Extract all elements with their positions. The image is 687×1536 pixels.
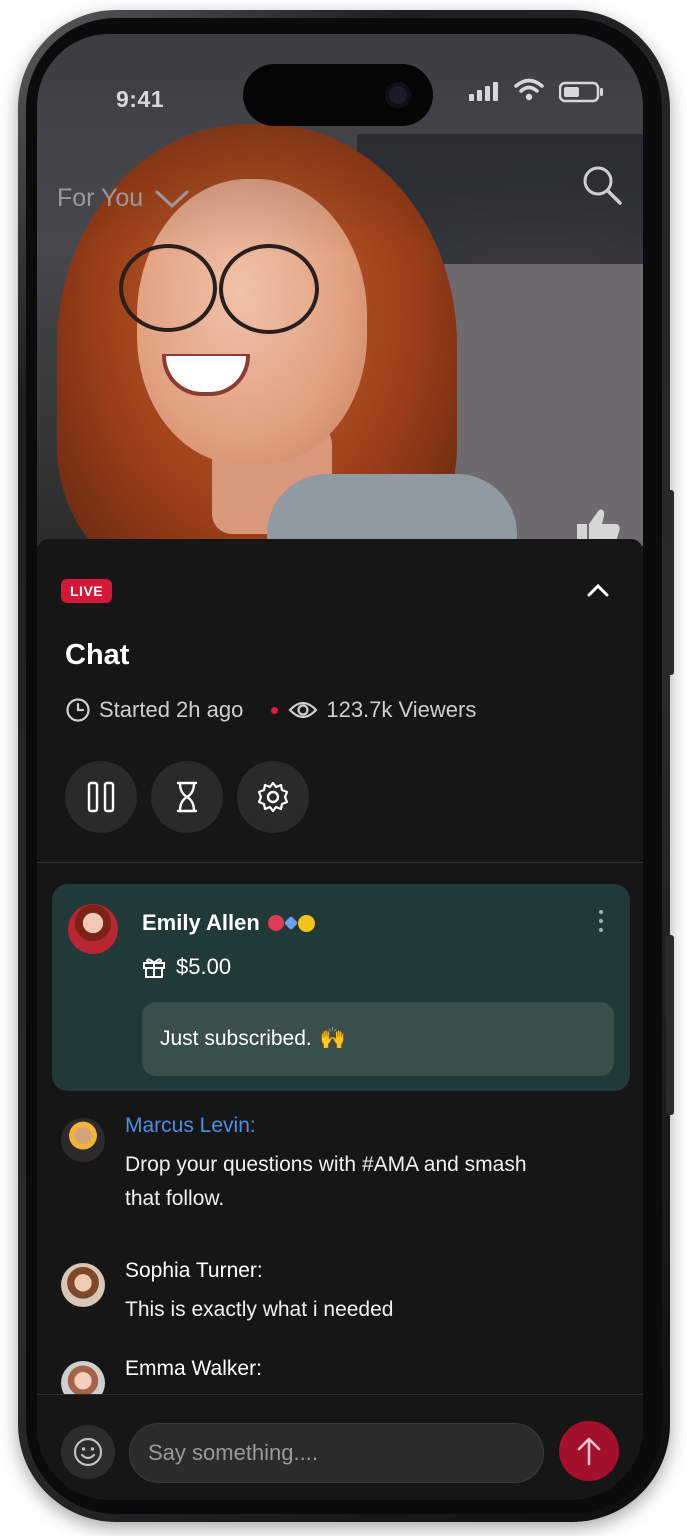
viewers-info: 123.7k Viewers [288, 697, 476, 723]
started-info: Started 2h ago [65, 697, 243, 723]
arrow-up-icon [577, 1437, 601, 1466]
streamer-shirt [267, 474, 517, 546]
started-text: Started 2h ago [99, 697, 244, 722]
message-username[interactable]: Marcus Levin: [125, 1114, 256, 1138]
user-badges [267, 914, 315, 932]
more-vertical-icon[interactable] [596, 908, 606, 934]
chat-message[interactable]: Marcus Levin: Drop your questions with #… [61, 1114, 621, 1224]
search-icon[interactable] [581, 164, 623, 206]
eye-icon [288, 701, 318, 719]
gear-icon [257, 781, 289, 813]
avatar [61, 1118, 105, 1162]
highlight-message-text: Just subscribed. [160, 1027, 312, 1050]
message-username[interactable]: Sophia Turner: [125, 1259, 263, 1283]
emoji-button[interactable] [61, 1425, 115, 1479]
chat-message[interactable]: Emma Walker: [61, 1357, 621, 1405]
glasses-right [219, 244, 319, 334]
side-button [666, 490, 674, 675]
chat-panel: LIVE Chat Started 2h ago 123.7k Viewers [37, 539, 643, 1500]
message-text: This is exactly what i needed [125, 1298, 394, 1321]
live-badge: LIVE [61, 579, 113, 603]
feed-label: For You [57, 184, 144, 212]
live-dot [271, 706, 279, 714]
status-time: 9:41 [116, 86, 165, 112]
battery-icon [559, 81, 603, 103]
coin-badge-icon [297, 914, 315, 932]
send-button[interactable] [559, 1421, 619, 1481]
glasses-left [119, 244, 217, 332]
pause-button[interactable] [65, 761, 137, 833]
stream-controls [65, 761, 309, 833]
status-bar: 9:41 [37, 34, 643, 154]
highlight-bubble: Just subscribed. 🙌 [142, 1002, 614, 1076]
feed-selector[interactable]: For You [57, 184, 189, 213]
clock-icon [66, 698, 90, 722]
timer-button[interactable] [151, 761, 223, 833]
front-camera [385, 82, 411, 108]
verified-badge-icon [267, 915, 284, 931]
chevron-down-icon [155, 190, 189, 208]
wifi-icon [514, 78, 544, 101]
viewers-text: 123.7k Viewers [326, 697, 477, 722]
app-screen: 9:41 For You LIVE Chat Started 2h ago 12… [37, 34, 643, 1500]
live-video[interactable]: 9:41 For You [37, 34, 643, 546]
chat-title: Chat [65, 639, 130, 671]
avatar [61, 1263, 105, 1307]
chevron-up-icon[interactable] [583, 575, 613, 605]
highlighted-message[interactable]: Emily Allen $5.00 Just subscribed. 🙌 [52, 884, 630, 1091]
gift-icon [143, 958, 165, 978]
diamond-badge-icon [283, 915, 298, 931]
message-input[interactable] [129, 1423, 544, 1483]
gift-amount: $5.00 [142, 954, 231, 980]
hourglass-icon [176, 781, 198, 813]
dynamic-island [243, 64, 433, 126]
divider [37, 862, 643, 863]
gift-amount-value: $5.00 [176, 954, 232, 979]
message-username[interactable]: Emma Walker: [125, 1357, 262, 1381]
highlight-name-row: Emily Allen [142, 910, 315, 936]
message-text: Drop your questions with #AMA and smash … [125, 1153, 527, 1210]
smiley-icon [73, 1437, 103, 1467]
side-button-lower [666, 935, 674, 1115]
chat-message[interactable]: Sophia Turner: This is exactly what i ne… [61, 1259, 621, 1339]
cellular-signal-icon [469, 82, 498, 101]
highlight-username: Emily Allen [142, 910, 260, 935]
chat-input-bar [37, 1394, 643, 1500]
settings-button[interactable] [237, 761, 309, 833]
pause-icon [87, 781, 115, 813]
stream-meta: Started 2h ago 123.7k Viewers [65, 697, 476, 723]
avatar [68, 904, 118, 954]
highlight-emoji: 🙌 [319, 1027, 346, 1050]
